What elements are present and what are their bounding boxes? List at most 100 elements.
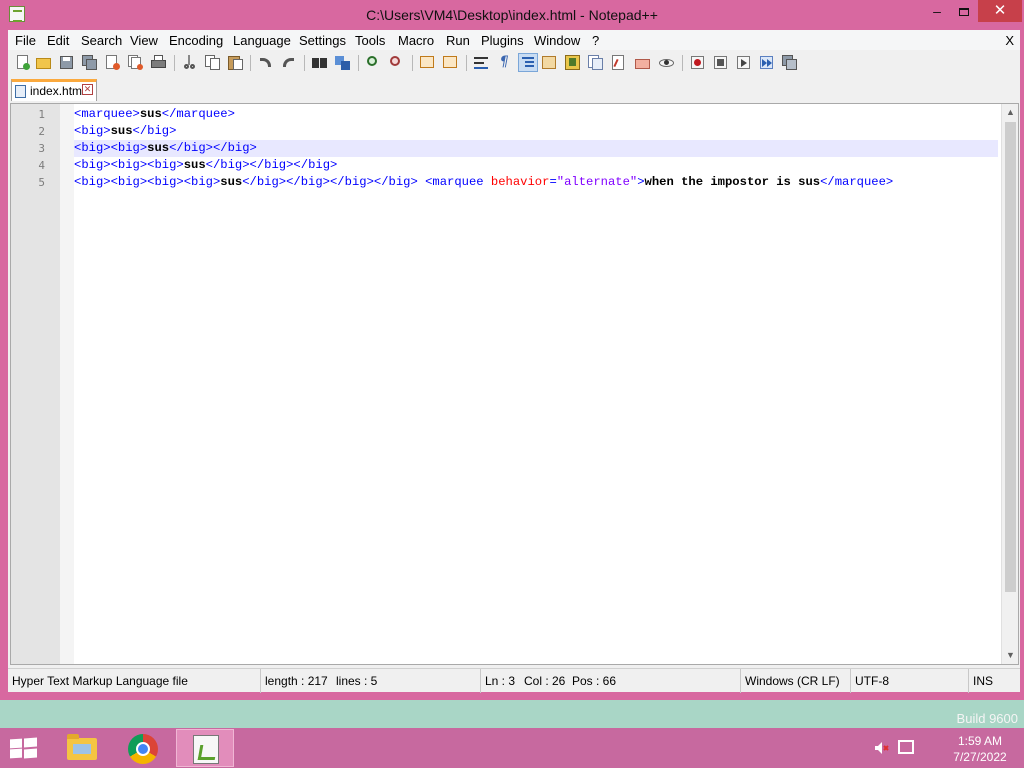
cut-icon[interactable] — [181, 54, 198, 71]
status-file-type: Hyper Text Markup Language file — [12, 674, 188, 688]
toolbar-separator — [250, 55, 251, 71]
menu-macro[interactable]: Macro — [398, 33, 434, 48]
menu-language[interactable]: Language — [233, 33, 291, 48]
line-number-margin: 1 2 3 4 5 — [11, 104, 60, 664]
maximize-button[interactable] — [951, 0, 977, 22]
new-file-icon[interactable] — [14, 54, 31, 71]
tab-index-html[interactable]: index.html ✕ — [11, 79, 97, 101]
indent-guide-icon[interactable] — [518, 53, 538, 72]
toolbar-separator — [174, 55, 175, 71]
line-number: 3 — [38, 142, 45, 155]
code-token: <marquee> — [74, 107, 140, 121]
taskbar-file-explorer[interactable] — [52, 729, 110, 767]
folder-as-workspace-icon[interactable] — [610, 54, 627, 71]
app-client-area: File Edit Search View Encoding Language … — [8, 30, 1020, 693]
document-list-icon[interactable] — [634, 54, 651, 71]
save-macro-icon[interactable] — [781, 54, 798, 71]
clock-time[interactable]: 1:59 AM — [940, 734, 1020, 748]
document-map-icon[interactable] — [564, 54, 581, 71]
sync-horizontal-scroll-icon[interactable] — [442, 54, 459, 71]
minimize-button[interactable]: – — [924, 0, 950, 22]
taskbar-notepad-plus-plus[interactable] — [176, 729, 234, 767]
play-macro-icon[interactable] — [735, 54, 752, 71]
replace-icon[interactable] — [334, 54, 351, 71]
vertical-scrollbar[interactable]: ▲ ▼ — [1001, 104, 1018, 664]
print-icon[interactable] — [150, 54, 167, 71]
windows-logo-icon — [10, 748, 22, 759]
code-lines[interactable]: <marquee>sus</marquee> <big>sus</big> <big… — [74, 106, 998, 191]
open-file-icon[interactable] — [35, 54, 52, 71]
taskbar: 1:59 AM 7/27/2022 — [0, 728, 1024, 768]
toolbar: ¶ — [8, 50, 1020, 76]
show-all-characters-icon[interactable]: ¶ — [496, 54, 513, 71]
stop-recording-icon[interactable] — [712, 54, 729, 71]
maximize-icon — [959, 8, 969, 16]
code-token: <big><big><big><big> — [74, 175, 221, 189]
status-encoding[interactable]: UTF-8 — [850, 669, 968, 693]
zoom-out-icon[interactable] — [388, 54, 405, 71]
line-numbers: 1 2 3 4 5 — [11, 106, 45, 191]
code-token: sus — [220, 175, 243, 189]
find-icon[interactable] — [311, 54, 328, 71]
code-editor[interactable]: 12345 <marquee>sus</marquee> <big>sus</bi… — [10, 103, 1019, 665]
start-button[interactable] — [8, 736, 38, 760]
undo-icon[interactable] — [257, 54, 274, 71]
window-title: C:\Users\VM4\Desktop\index.html - Notepa… — [366, 7, 658, 23]
toolbar-separator — [358, 55, 359, 71]
monitoring-eye-icon[interactable] — [658, 54, 675, 71]
code-line[interactable]: <big>sus</big> — [74, 123, 998, 140]
windows-logo-icon — [24, 748, 37, 759]
menu-plugins[interactable]: Plugins — [481, 33, 524, 48]
paste-icon[interactable] — [227, 54, 244, 71]
code-line[interactable]: <big><big><big><big>sus</big></big></big… — [74, 174, 998, 191]
menu-encoding[interactable]: Encoding — [169, 33, 223, 48]
menu-tools[interactable]: Tools — [355, 33, 385, 48]
taskbar-chrome[interactable] — [114, 729, 172, 767]
code-token: </marquee> — [820, 175, 894, 189]
menu-window[interactable]: Window — [534, 33, 580, 48]
redo-icon[interactable] — [280, 54, 297, 71]
menu-view[interactable]: View — [130, 33, 158, 48]
code-token: when the impostor is sus — [644, 175, 821, 189]
status-insert-mode[interactable]: INS — [968, 669, 1020, 693]
word-wrap-icon[interactable] — [473, 54, 490, 71]
menu-edit[interactable]: Edit — [47, 33, 69, 48]
status-eol[interactable]: Windows (CR LF) — [740, 669, 850, 693]
title-bar[interactable]: C:\Users\VM4\Desktop\index.html - Notepa… — [0, 0, 1024, 30]
copy-icon[interactable] — [204, 54, 221, 71]
menu-run[interactable]: Run — [446, 33, 470, 48]
volume-muted-icon[interactable] — [874, 741, 889, 755]
save-all-icon[interactable] — [81, 54, 98, 71]
code-line[interactable]: <big><big>sus</big></big> — [74, 140, 998, 157]
fold-margin[interactable] — [60, 104, 74, 664]
desktop-background — [0, 700, 1024, 728]
network-icon[interactable] — [898, 740, 914, 754]
menu-help[interactable]: ? — [592, 33, 599, 48]
build-watermark: Build 9600 — [956, 711, 1018, 726]
record-macro-icon[interactable] — [689, 54, 706, 71]
sync-vertical-scroll-icon[interactable] — [419, 54, 436, 71]
zoom-in-icon[interactable] — [365, 54, 382, 71]
close-document-button[interactable]: X — [1005, 33, 1014, 48]
save-icon[interactable] — [58, 54, 75, 71]
menu-file[interactable]: File — [15, 33, 36, 48]
close-file-icon[interactable] — [104, 54, 121, 71]
code-line[interactable]: <marquee>sus</marquee> — [74, 106, 998, 123]
tab-close-icon[interactable]: ✕ — [82, 84, 93, 95]
close-all-icon[interactable] — [127, 54, 144, 71]
code-token: <marquee — [425, 175, 491, 189]
tab-label: index.html — [30, 84, 85, 98]
run-macro-multiple-icon[interactable] — [758, 54, 775, 71]
function-list-icon[interactable] — [587, 54, 604, 71]
scroll-thumb[interactable] — [1005, 122, 1016, 592]
menu-settings[interactable]: Settings — [299, 33, 346, 48]
user-defined-language-icon[interactable] — [541, 54, 558, 71]
scroll-up-icon[interactable]: ▲ — [1002, 104, 1019, 121]
clock-date[interactable]: 7/27/2022 — [940, 750, 1020, 764]
toolbar-separator — [412, 55, 413, 71]
file-explorer-icon — [67, 734, 97, 760]
menu-search[interactable]: Search — [81, 33, 122, 48]
close-window-button[interactable]: ✕ — [978, 0, 1022, 22]
code-line[interactable]: <big><big><big>sus</big></big></big> — [74, 157, 998, 174]
scroll-down-icon[interactable]: ▼ — [1002, 647, 1019, 664]
